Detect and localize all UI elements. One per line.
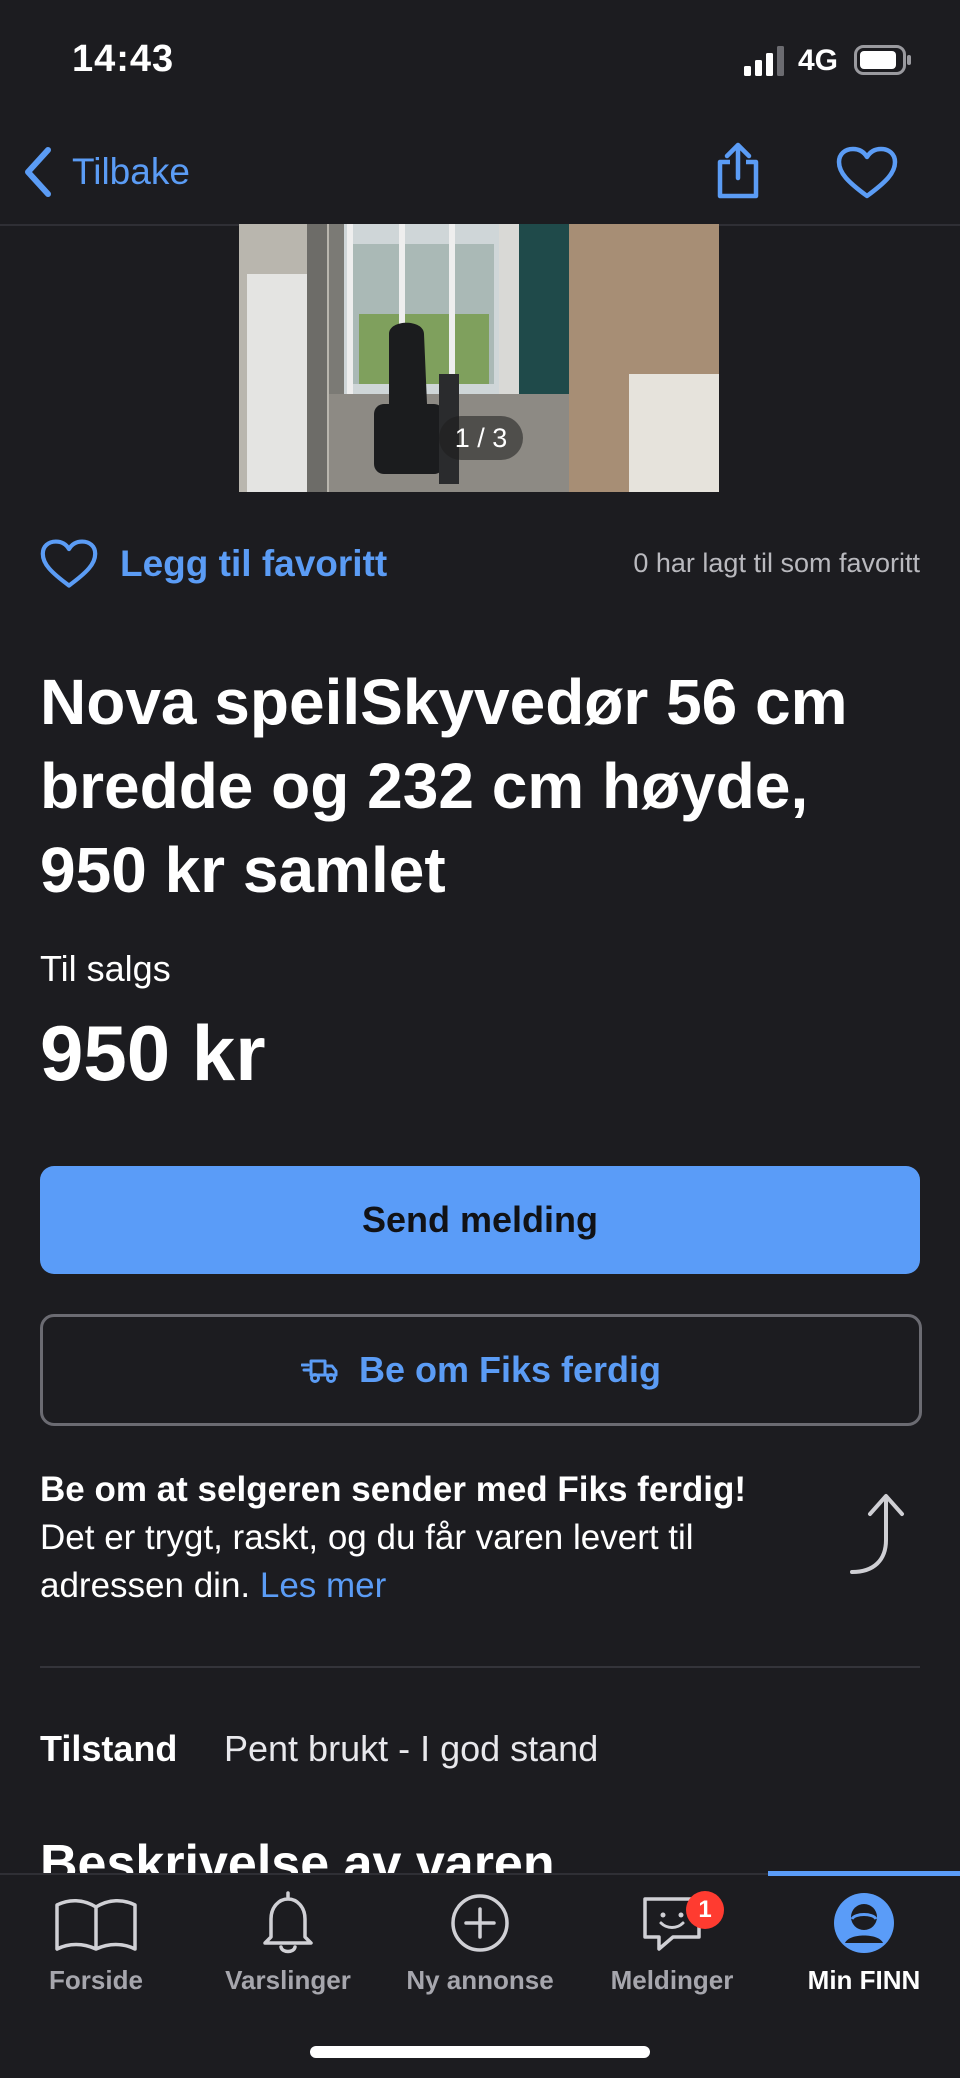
condition-value: Pent brukt - I god stand [224,1728,599,1769]
status-time: 14:43 [72,38,175,80]
heart-outline-icon[interactable] [836,146,898,200]
tab-ny-annonse[interactable]: Ny annonse [384,1887,576,2007]
listing-image[interactable]: 1 / 3 [239,224,719,492]
tab-label: Ny annonse [406,1965,554,1995]
listing-title: Nova speilSkyvedør 56 cm bredde og 232 c… [40,666,848,906]
condition-label: Tilstand [40,1728,178,1769]
image-counter: 1 / 3 [439,416,523,460]
tab-label: Meldinger [610,1965,734,1995]
divider [40,1666,920,1668]
book-icon [55,1899,137,1951]
arrow-up-curve-icon [850,1494,904,1574]
fiks-ferdig-button[interactable]: Be om Fiks ferdig [40,1314,922,1426]
tab-forside[interactable]: Forside [0,1887,192,2007]
back-button[interactable]: Tilbake [20,142,190,202]
send-message-button[interactable]: Send melding [40,1166,920,1274]
back-label: Tilbake [72,151,190,192]
unread-badge: 1 [686,1891,724,1929]
fiks-ferdig-label: Be om Fiks ferdig [358,1349,662,1390]
signal-icon [744,46,784,76]
add-favorite-label: Legg til favoritt [120,543,388,584]
heart-outline-icon [40,539,98,588]
tab-label: Min FINN [807,1965,921,1995]
add-favorite-button[interactable]: Legg til favoritt [40,532,387,596]
favorite-row: Legg til favoritt 0 har lagt til som fav… [40,532,920,596]
delivery-truck-icon [300,1359,338,1383]
sale-type-label: Til salgs [40,948,171,989]
listing-page: 14:43 4G Tilbake 1 / 3 Legg til favoritt… [0,0,960,2078]
battery-icon [854,45,911,75]
navigation-bar: Tilbake [0,128,960,226]
tab-label: Varslinger [225,1965,351,1995]
home-indicator [310,2046,650,2058]
tab-label: Forside [49,1965,143,1995]
fiks-ferdig-info: Be om at selgeren sender med Fiks ferdig… [40,1466,830,1610]
share-icon[interactable] [712,142,764,200]
profile-icon [834,1893,894,1953]
favorite-count: 0 har lagt til som favoritt [633,548,920,578]
info-title: Be om at selgeren sender med Fiks ferdig… [40,1470,747,1509]
tab-meldinger[interactable]: 1 Meldinger [576,1887,768,2007]
active-tab-indicator [768,1871,960,1876]
status-bar: 14:43 4G [0,0,960,120]
network-label: 4G [798,44,839,77]
tab-varslinger[interactable]: Varslinger [192,1887,384,2007]
chevron-left-icon [25,147,51,197]
tab-min-finn[interactable]: Min FINN [768,1887,960,2007]
condition-row: Tilstand Pent brukt - I god stand [40,1728,598,1770]
listing-price: 950 kr [40,1009,266,1097]
read-more-link[interactable]: Les mer [260,1566,386,1605]
plus-circle-icon [451,1894,509,1952]
bell-icon [263,1891,313,1954]
